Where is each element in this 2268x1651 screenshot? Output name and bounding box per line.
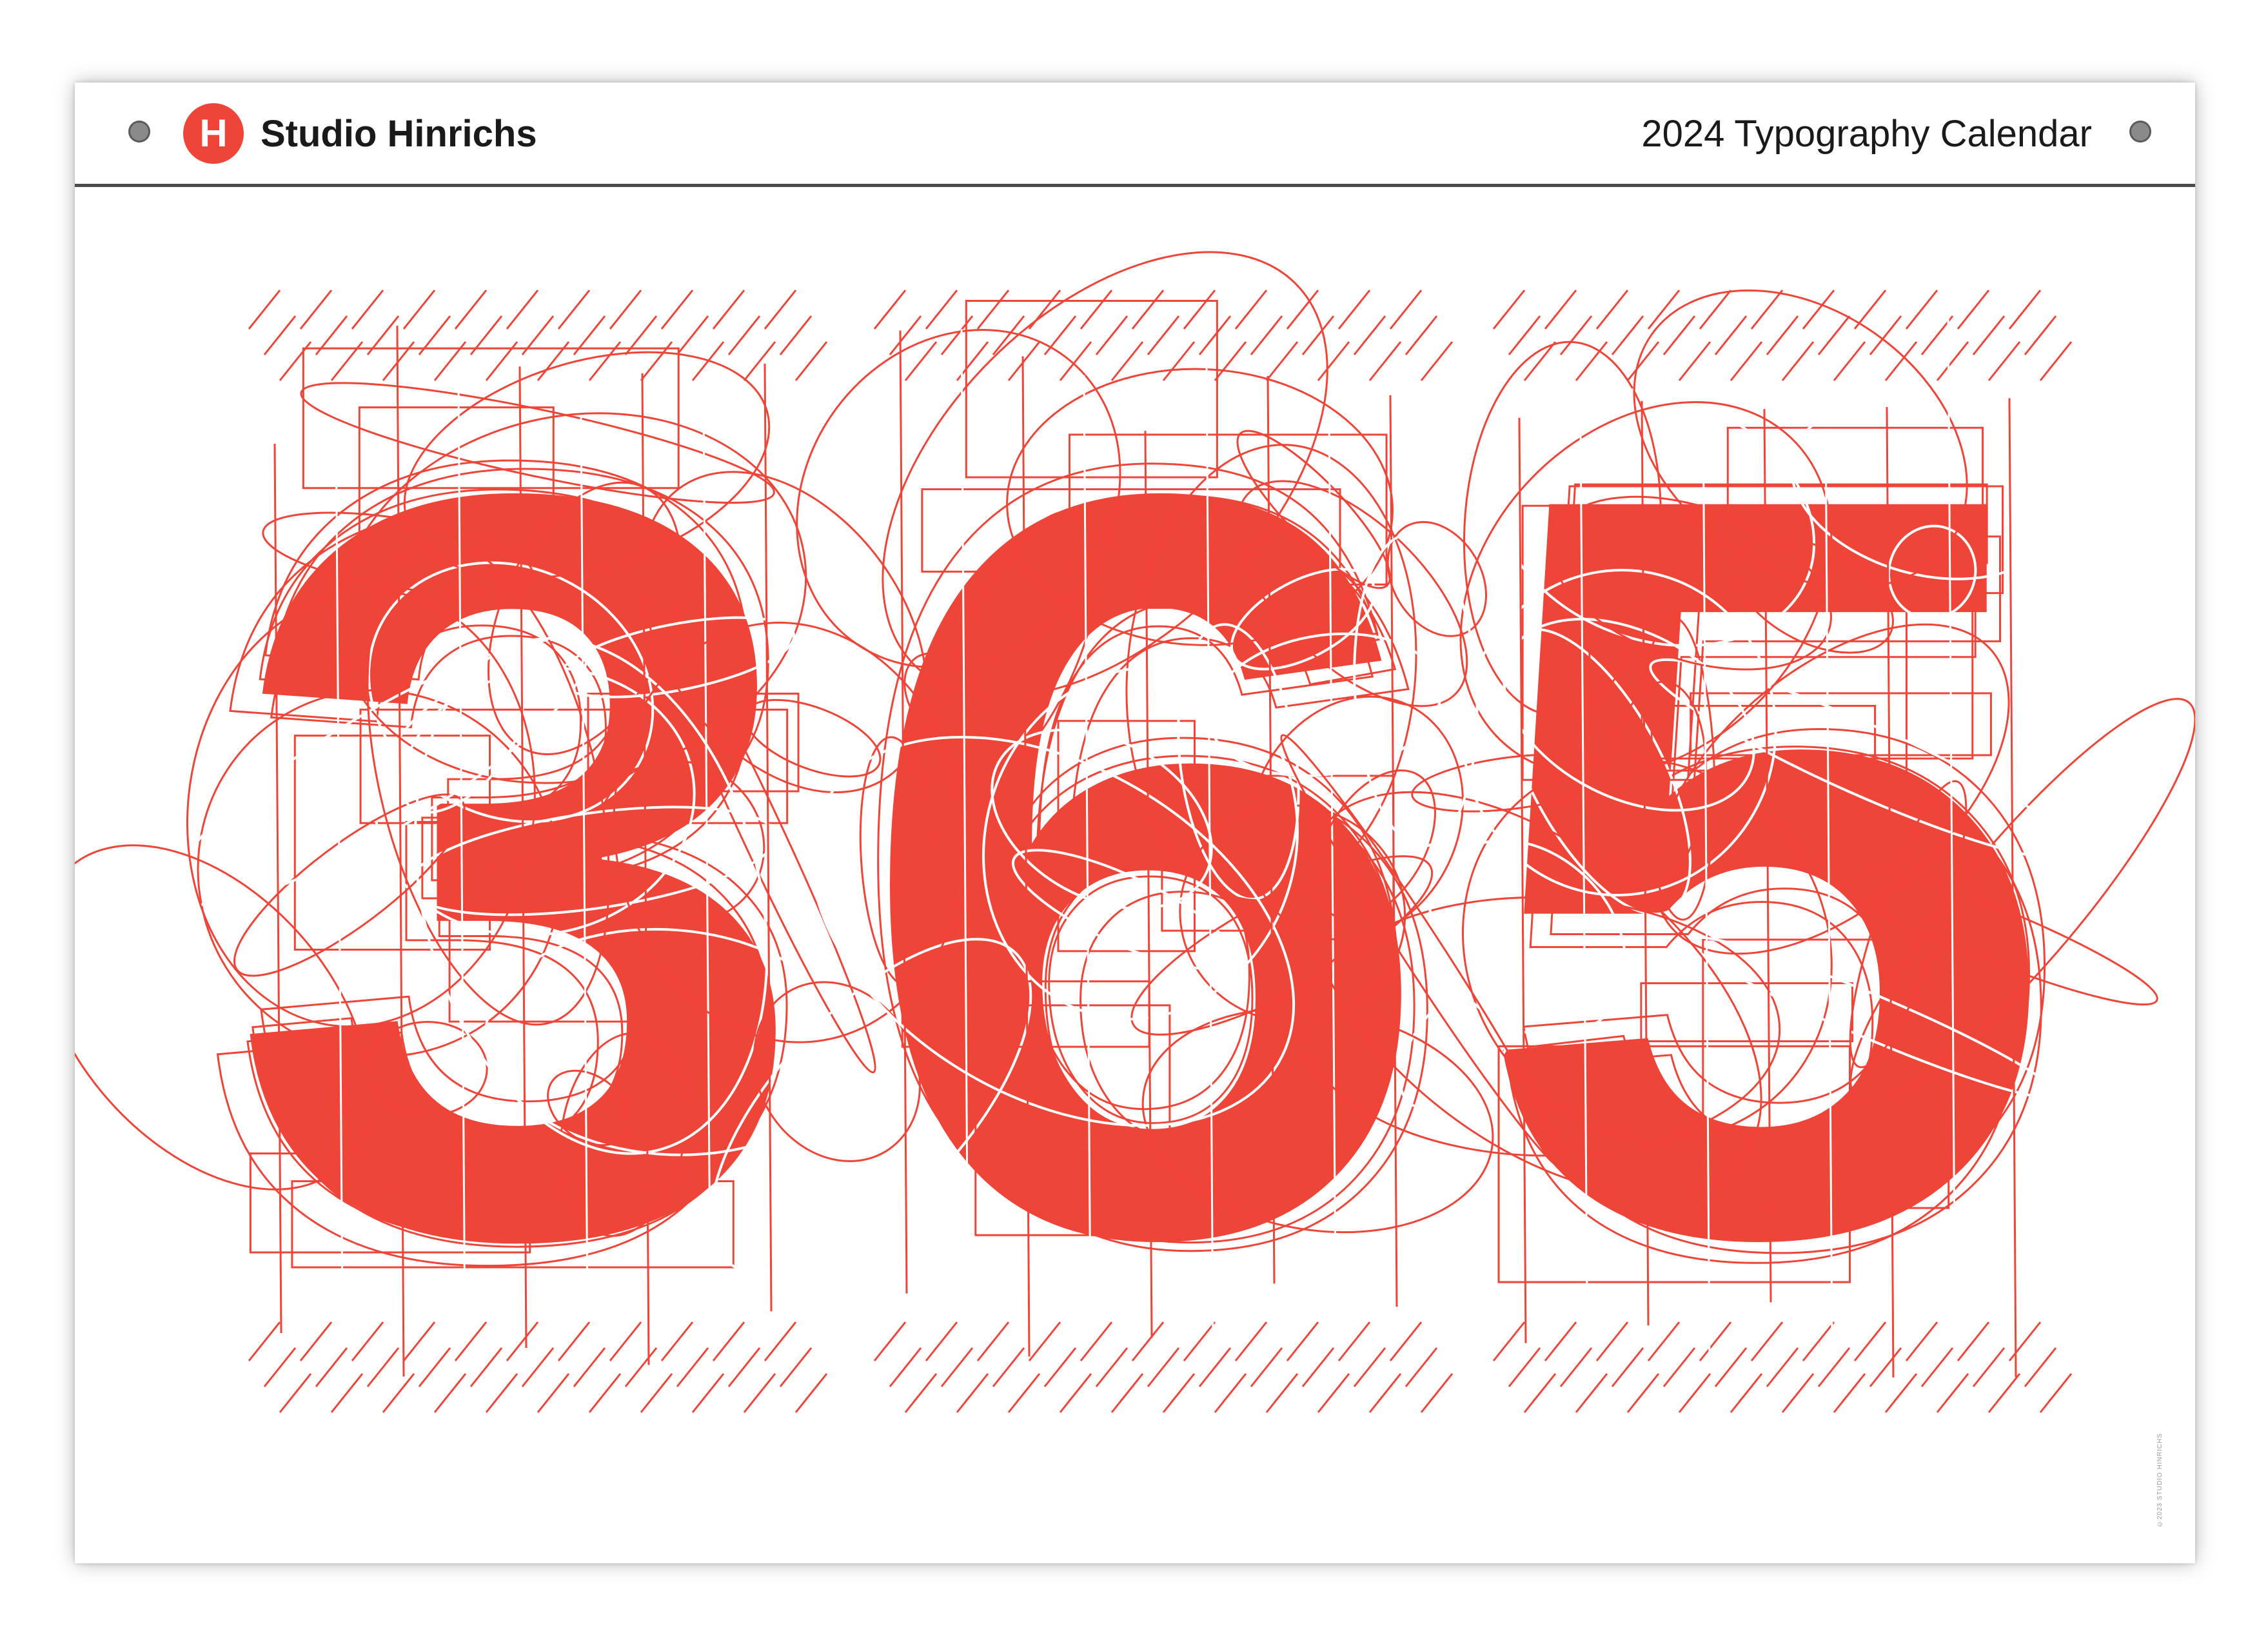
artwork-canvas: 33333 66666 55555 3 6 5 xyxy=(75,235,2195,1481)
binding-hole-left xyxy=(128,121,150,143)
calendar-header: H Studio Hinrichs 2024 Typography Calend… xyxy=(75,83,2195,187)
studio-logo-icon: H xyxy=(183,103,244,164)
binding-hole-right xyxy=(2129,121,2151,143)
copyright-note: ©2023 STUDIO HINRICHS xyxy=(2156,1433,2164,1527)
studio-name: Studio Hinrichs xyxy=(261,113,537,155)
typographic-artwork: 333336666655555 3 6 5 xyxy=(75,187,2195,1563)
calendar-sheet: H Studio Hinrichs 2024 Typography Calend… xyxy=(75,83,2195,1563)
calendar-title: 2024 Typography Calendar xyxy=(1641,113,2092,155)
logo-letter: H xyxy=(199,112,227,155)
